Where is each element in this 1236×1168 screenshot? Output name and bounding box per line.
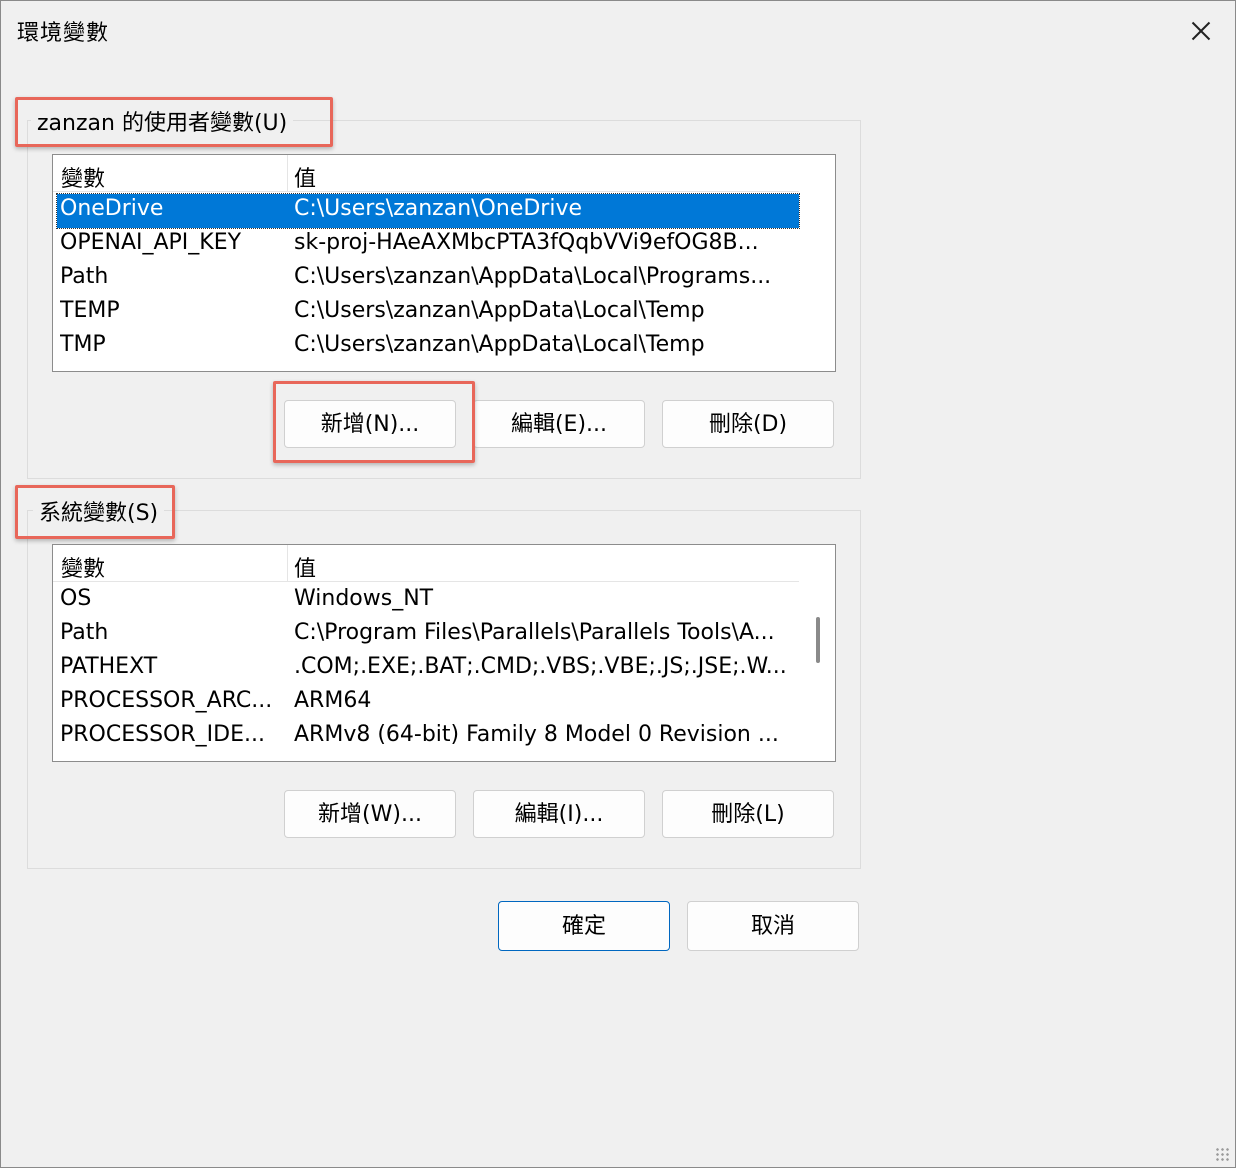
user-variables-list[interactable]: 變數 值 OneDrive C:\Users\zanzan\OneDrive O… (52, 154, 836, 372)
list-item[interactable]: OneDrive C:\Users\zanzan\OneDrive (56, 193, 800, 229)
list-item[interactable]: PROCESSOR_IDE... ARMv8 (64-bit) Family 8… (57, 720, 799, 754)
scrollbar[interactable] (801, 545, 835, 761)
variable-value: C:\Users\zanzan\OneDrive (294, 196, 583, 221)
variable-value: C:\Users\zanzan\AppData\Local\Temp (294, 332, 705, 357)
user-delete-button[interactable]: 刪除(D) (662, 400, 834, 448)
dialog-title: 環境變數 (17, 21, 110, 46)
variable-name: TMP (60, 332, 106, 357)
list-header: 變數 值 (53, 155, 799, 192)
variable-name: OneDrive (60, 196, 164, 221)
list-header: 變數 值 (53, 545, 799, 582)
list-item[interactable]: Path C:\Users\zanzan\AppData\Local\Progr… (57, 262, 799, 296)
variable-value: ARM64 (294, 688, 372, 713)
list-item[interactable]: OPENAI_API_KEY sk-proj-HAeAXMbcPTA3fQqbV… (57, 228, 799, 262)
system-delete-button[interactable]: 刪除(L) (662, 790, 834, 838)
column-header-variable[interactable]: 變數 (61, 161, 105, 193)
list-item[interactable]: OS Windows_NT (57, 584, 799, 618)
variable-name: PROCESSOR_IDE... (60, 722, 265, 747)
variable-name: PROCESSOR_ARC... (60, 688, 273, 713)
close-icon[interactable] (1183, 13, 1219, 49)
list-item[interactable]: PROCESSOR_ARC... ARM64 (57, 686, 799, 720)
column-header-variable[interactable]: 變數 (61, 551, 105, 583)
list-item[interactable]: TMP C:\Users\zanzan\AppData\Local\Temp (57, 330, 799, 364)
variable-name: TEMP (60, 298, 120, 323)
column-header-value[interactable]: 值 (294, 551, 316, 583)
list-item[interactable]: PATHEXT .COM;.EXE;.BAT;.CMD;.VBS;.VBE;.J… (57, 652, 799, 686)
title-bar: 環境變數 (1, 1, 1235, 59)
variable-name: OS (60, 586, 92, 611)
cancel-button[interactable]: 取消 (687, 901, 859, 951)
variable-name: OPENAI_API_KEY (60, 230, 242, 255)
variable-value: C:\Users\zanzan\AppData\Local\Temp (294, 298, 705, 323)
variable-value: ARMv8 (64-bit) Family 8 Model 0 Revision… (294, 722, 779, 747)
system-variables-list[interactable]: 變數 值 OS Windows_NT Path C:\Program Files… (52, 544, 836, 762)
variable-value: sk-proj-HAeAXMbcPTA3fQqbVVi9efOG8B... (294, 230, 759, 255)
variable-name: PATHEXT (60, 654, 158, 679)
column-header-value[interactable]: 值 (294, 161, 316, 193)
scrollbar[interactable] (801, 155, 835, 371)
system-new-button[interactable]: 新增(W)... (284, 790, 456, 838)
resize-grip-icon[interactable] (1215, 1147, 1231, 1163)
system-edit-button[interactable]: 編輯(I)... (473, 790, 645, 838)
variable-name: Path (60, 620, 109, 645)
variable-value: C:\Program Files\Parallels\Parallels Too… (294, 620, 775, 645)
variable-value: .COM;.EXE;.BAT;.CMD;.VBS;.VBE;.JS;.JSE;.… (294, 654, 787, 679)
variable-name: Path (60, 264, 109, 289)
variable-value: Windows_NT (294, 586, 434, 611)
user-variables-label: zanzan 的使用者變數(U) (31, 105, 294, 137)
user-new-button[interactable]: 新增(N)... (284, 400, 456, 448)
environment-variables-dialog: 環境變數 zanzan 的使用者變數(U) 變數 值 OneDrive C:\U… (0, 0, 1236, 1168)
scrollbar-thumb[interactable] (816, 617, 820, 663)
variable-value: C:\Users\zanzan\AppData\Local\Programs..… (294, 264, 772, 289)
user-edit-button[interactable]: 編輯(E)... (473, 400, 645, 448)
ok-button[interactable]: 確定 (498, 901, 670, 951)
system-variables-label: 系統變數(S) (33, 495, 165, 527)
list-item[interactable]: TEMP C:\Users\zanzan\AppData\Local\Temp (57, 296, 799, 330)
list-item[interactable]: Path C:\Program Files\Parallels\Parallel… (57, 618, 799, 652)
